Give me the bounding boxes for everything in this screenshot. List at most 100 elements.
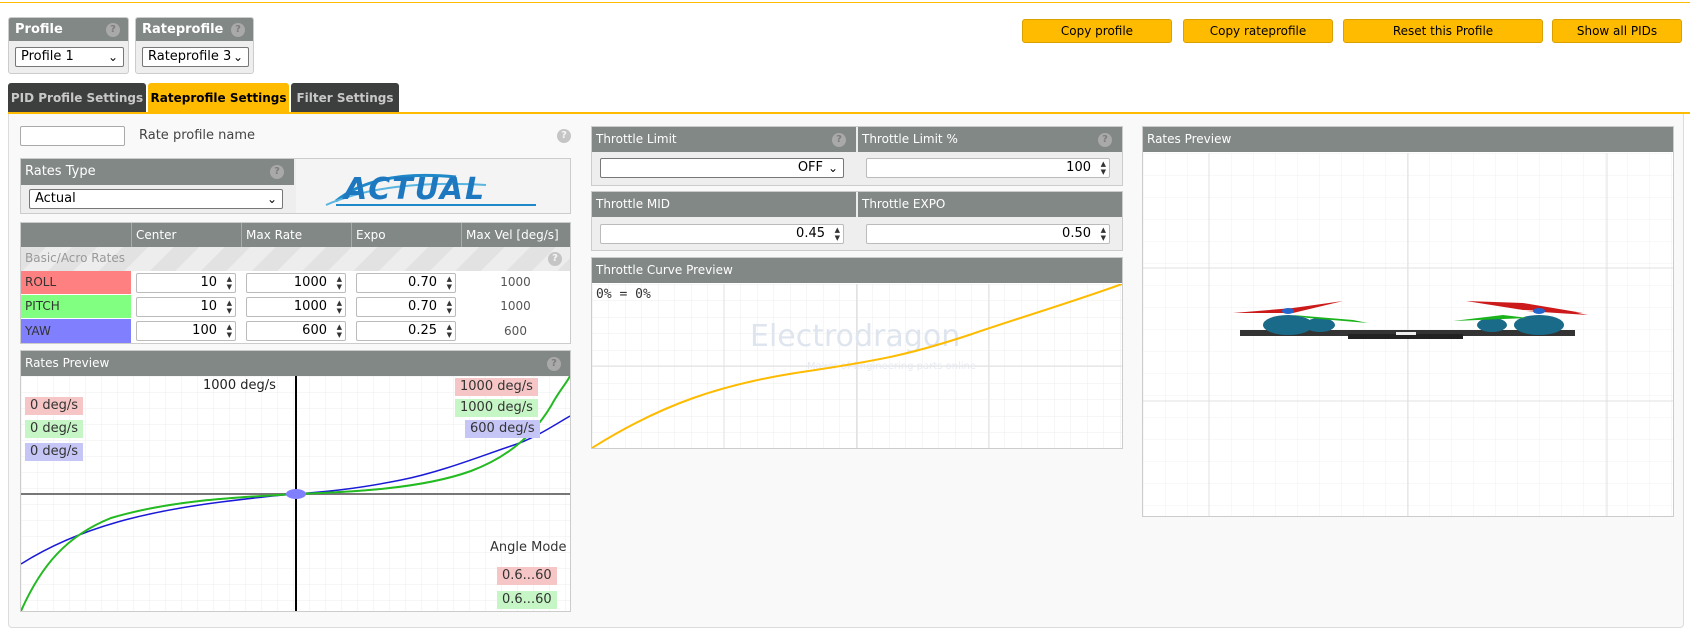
- copy-rateprofile-button[interactable]: Copy rateprofile: [1183, 19, 1333, 43]
- yaw-max-vel: 600: [504, 324, 527, 338]
- throttle-limit-pct-header: Throttle Limit % ?: [858, 127, 1122, 152]
- throttle-limit-pct-value: 100: [1066, 160, 1091, 175]
- pitch-max-vel: 1000: [500, 299, 531, 313]
- spinner-icon[interactable]: ▲ ▼: [1098, 226, 1106, 242]
- rates-top-label: 1000 deg/s: [203, 378, 276, 393]
- angle-mode-label: Angle Mode: [490, 540, 567, 555]
- chevron-down-icon: ⌄: [107, 50, 118, 64]
- profile-selector-box: Profile ? Profile 1 ⌄: [8, 17, 129, 74]
- roll-current-rate: 0 deg/s: [25, 397, 84, 415]
- help-icon[interactable]: ?: [832, 133, 846, 147]
- help-icon[interactable]: ?: [231, 23, 245, 37]
- throttle-expo-header: Throttle EXPO: [858, 192, 1122, 217]
- spinner-icon[interactable]: ▲ ▼: [444, 275, 452, 291]
- throttle-limit-select[interactable]: OFF ⌄: [600, 158, 844, 178]
- yaw-current-rate: 0 deg/s: [25, 443, 84, 461]
- reset-profile-button[interactable]: Reset this Profile: [1343, 19, 1543, 43]
- yaw-center-sensitivity-input[interactable]: 100 ▲ ▼: [136, 321, 236, 341]
- pitch-current-rate: 0 deg/s: [25, 420, 84, 438]
- pitch-center-sensitivity-input[interactable]: 10 ▲ ▼: [136, 297, 236, 317]
- chevron-down-icon: ⌄: [266, 192, 277, 206]
- profile-label: Profile: [15, 22, 63, 37]
- profile-header: Profile ?: [9, 18, 128, 41]
- rates-type-label: Rates Type: [25, 164, 96, 179]
- throttle-limit-label: Throttle Limit: [596, 132, 677, 146]
- spinner-icon[interactable]: ▲ ▼: [224, 275, 232, 291]
- spinner-icon[interactable]: ▲ ▼: [224, 299, 232, 315]
- help-icon[interactable]: ?: [1098, 133, 1112, 147]
- axis-label-yaw: YAW: [21, 319, 131, 343]
- yaw-max-rate-input[interactable]: 600 ▲ ▼: [246, 321, 346, 341]
- basic-acro-rates-row: Basic/Acro Rates ?: [21, 247, 570, 271]
- throttle-limit-value: OFF: [797, 160, 823, 175]
- tab-rateprofile-settings[interactable]: Rateprofile Settings: [148, 83, 289, 113]
- roll-max-rate-value: 1000: [293, 275, 327, 290]
- watermark-text: Electrodragon: [750, 319, 960, 354]
- rates-type-select-value: Actual: [35, 191, 76, 206]
- stick-position-marker: [286, 489, 306, 499]
- copy-profile-button[interactable]: Copy profile: [1022, 19, 1172, 43]
- throttle-mid-label: Throttle MID: [596, 197, 671, 211]
- throttle-expo-label: Throttle EXPO: [862, 197, 946, 211]
- spinner-icon[interactable]: ▲ ▼: [224, 323, 232, 339]
- tab-filter-settings[interactable]: Filter Settings: [291, 83, 399, 113]
- throttle-mid-input[interactable]: 0.45 ▲ ▼: [600, 224, 844, 244]
- rates-preview-3d-title: Rates Preview: [1147, 132, 1232, 146]
- yaw-expo-value: 0.25: [408, 323, 437, 338]
- throttle-limit-pct-input[interactable]: 100 ▲ ▼: [866, 158, 1110, 178]
- pitch-angle-mode: 0.6...60: [497, 591, 557, 609]
- help-icon[interactable]: ?: [547, 357, 561, 371]
- help-icon[interactable]: ?: [270, 165, 284, 179]
- rate-profile-name-input[interactable]: [20, 126, 125, 146]
- throttle-mid-value: 0.45: [796, 226, 825, 241]
- spinner-icon[interactable]: ▲ ▼: [444, 323, 452, 339]
- pitch-expo-input[interactable]: 0.70 ▲ ▼: [356, 297, 456, 317]
- help-icon[interactable]: ?: [106, 23, 120, 37]
- profile-select[interactable]: Profile 1 ⌄: [15, 47, 124, 67]
- help-icon[interactable]: ?: [548, 252, 562, 266]
- spinner-icon[interactable]: ▲ ▼: [1098, 160, 1106, 176]
- pitch-expo-value: 0.70: [408, 299, 437, 314]
- spinner-icon[interactable]: ▲ ▼: [832, 226, 840, 242]
- throttle-limit-header: Throttle Limit ?: [592, 127, 856, 152]
- rates-preview-graph-title: Rates Preview: [25, 356, 110, 370]
- help-icon[interactable]: ?: [557, 129, 571, 143]
- rates-preview-graph-header: Rates Preview ?: [21, 351, 570, 376]
- roll-expo-input[interactable]: 0.70 ▲ ▼: [356, 273, 456, 293]
- rates-preview-3d-header: Rates Preview: [1143, 127, 1673, 152]
- throttle-mid-header: Throttle MID: [592, 192, 856, 217]
- rates-type-select[interactable]: Actual ⌄: [29, 189, 283, 209]
- roll-max-rate-input[interactable]: 1000 ▲ ▼: [246, 273, 346, 293]
- roll-max-vel: 1000: [500, 275, 531, 289]
- axis-label-roll: ROLL: [21, 271, 131, 294]
- chevron-down-icon: ⌄: [232, 50, 243, 64]
- yaw-expo-input[interactable]: 0.25 ▲ ▼: [356, 321, 456, 341]
- throttle-expo-input[interactable]: 0.50 ▲ ▼: [866, 224, 1110, 244]
- rates-type-header: Rates Type ?: [21, 159, 294, 185]
- basic-acro-rates-label: Basic/Acro Rates: [25, 251, 126, 265]
- rateprofile-header: Rateprofile ?: [136, 18, 253, 41]
- yaw-center-value: 100: [192, 323, 217, 338]
- yaw-max-rate-value: 600: [302, 323, 327, 338]
- col-center-sensitivity: Center Sensitivity: [131, 223, 239, 266]
- axis-label-pitch: PITCH: [21, 295, 131, 318]
- yaw-max-rate-tag: 600 deg/s: [465, 420, 540, 438]
- rateprofile-selector-box: Rateprofile ? Rateprofile 3 ⌄: [135, 17, 254, 74]
- roll-max-rate-tag: 1000 deg/s: [455, 378, 538, 396]
- pitch-max-rate-value: 1000: [293, 299, 327, 314]
- spinner-icon[interactable]: ▲ ▼: [334, 275, 342, 291]
- quad-3d-preview: [1143, 153, 1673, 516]
- roll-center-sensitivity-input[interactable]: 10 ▲ ▼: [136, 273, 236, 293]
- roll-expo-value: 0.70: [408, 275, 437, 290]
- spinner-icon[interactable]: ▲ ▼: [334, 323, 342, 339]
- tab-pid-profile-settings[interactable]: PID Profile Settings: [8, 83, 146, 113]
- pitch-max-rate-input[interactable]: 1000 ▲ ▼: [246, 297, 346, 317]
- spinner-icon[interactable]: ▲ ▼: [334, 299, 342, 315]
- show-all-pids-button[interactable]: Show all PIDs: [1552, 19, 1682, 43]
- pitch-center-value: 10: [200, 299, 217, 314]
- spinner-icon[interactable]: ▲ ▼: [444, 299, 452, 315]
- actual-rates-logo: ACTUAL: [296, 159, 570, 213]
- col-max-rate: Max Rate: [241, 223, 349, 247]
- rateprofile-select[interactable]: Rateprofile 3 ⌄: [142, 47, 249, 67]
- col-expo: Expo: [351, 223, 459, 247]
